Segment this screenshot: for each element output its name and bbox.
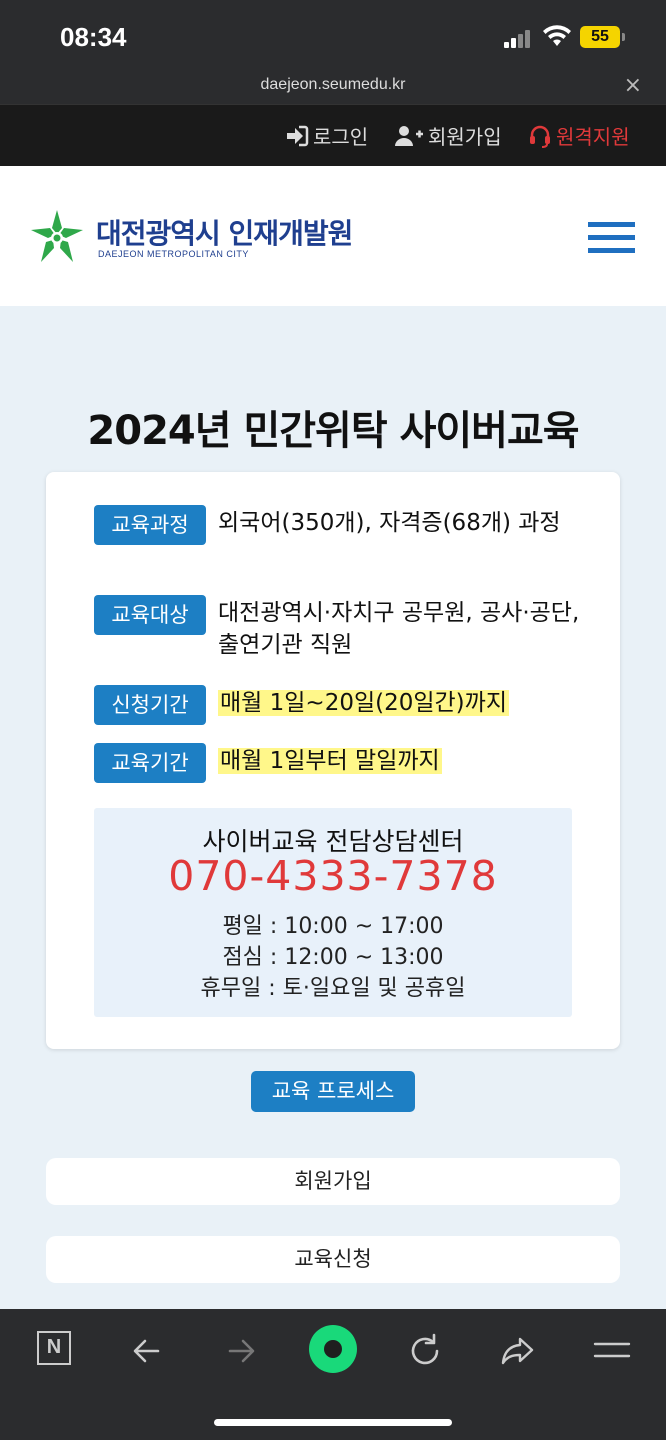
info-badge: 교육기간: [94, 743, 206, 783]
remote-support-label: 원격지원: [556, 125, 630, 149]
url-bar[interactable]: daejeon.seumedu.kr ×: [0, 70, 666, 104]
info-card: 교육과정 외국어(350개), 자격증(68개) 과정 교육대상 대전광역시·자…: [46, 472, 620, 1049]
info-text: 매월 1일부터 말일까지: [218, 748, 442, 774]
contact-lunch: 점심 : 12:00 ~ 13:00: [222, 945, 444, 970]
reload-icon[interactable]: [403, 1329, 447, 1373]
browser-toolbar: N: [0, 1309, 666, 1440]
battery-indicator: 55: [580, 26, 625, 48]
info-text-wrap: 매월 1일부터 말일까지: [218, 745, 588, 777]
sign-in-icon: [287, 125, 309, 146]
page-title: 2024년 민간위탁 사이버교육: [87, 408, 579, 454]
login-label: 로그인: [313, 125, 369, 149]
info-text: 외국어(350개), 자격증(68개) 과정: [218, 510, 561, 536]
share-icon[interactable]: [496, 1329, 540, 1373]
signup-label: 회원가입: [428, 125, 502, 149]
status-bar: 08:34 55: [0, 0, 666, 70]
signup-link[interactable]: 회원가입: [394, 121, 502, 150]
info-badge: 신청기간: [94, 685, 206, 725]
site-title[interactable]: 대전광역시 인재개발원: [96, 212, 353, 252]
signal-icon: [504, 28, 534, 48]
step-signup-button[interactable]: 회원가입: [46, 1158, 620, 1205]
status-time: 08:34: [60, 22, 127, 52]
contact-weekday: 평일 : 10:00 ~ 17:00: [222, 914, 444, 939]
arrow-left-icon[interactable]: [126, 1329, 170, 1373]
url-text[interactable]: daejeon.seumedu.kr: [0, 76, 666, 94]
site-header: 대전광역시 인재개발원 DAEJEON METROPOLITAN CITY: [0, 166, 666, 306]
headset-icon: [530, 125, 550, 148]
user-plus-icon: [395, 125, 423, 146]
menu-icon[interactable]: [590, 1329, 634, 1373]
info-badge: 교육대상: [94, 595, 206, 635]
info-text-wrap: 매월 1일~20일(20일간)까지: [218, 687, 588, 719]
info-text: 매월 1일~20일(20일간)까지: [218, 690, 509, 716]
login-link[interactable]: 로그인: [285, 121, 368, 150]
info-text: 대전광역시·자치구 공무원, 공사·공단, 출연기관 직원: [218, 600, 580, 658]
contact-holiday: 휴무일 : 토·일요일 및 공휴일: [200, 976, 466, 1001]
wifi-icon: [543, 25, 571, 46]
logo-icon[interactable]: [28, 208, 86, 266]
process-label: 교육 프로세스: [251, 1071, 415, 1112]
remote-support-link[interactable]: 원격지원: [528, 121, 630, 150]
home-indicator: [214, 1419, 452, 1426]
top-links-bar: 로그인 회원가입 원격지원: [0, 104, 666, 166]
arrow-right-icon[interactable]: [218, 1329, 262, 1373]
green-dot-icon[interactable]: [309, 1325, 357, 1373]
close-icon[interactable]: ×: [624, 73, 642, 98]
hamburger-icon[interactable]: [588, 222, 635, 258]
site-subtitle: DAEJEON METROPOLITAN CITY: [98, 249, 249, 259]
step-apply-button[interactable]: 교육신청: [46, 1236, 620, 1283]
info-badge: 교육과정: [94, 505, 206, 545]
n-logo-icon[interactable]: N: [37, 1331, 71, 1365]
contact-box: 사이버교육 전담상담센터 070-4333-7378 평일 : 10:00 ~ …: [94, 808, 572, 1017]
contact-phone[interactable]: 070-4333-7378: [94, 852, 572, 900]
